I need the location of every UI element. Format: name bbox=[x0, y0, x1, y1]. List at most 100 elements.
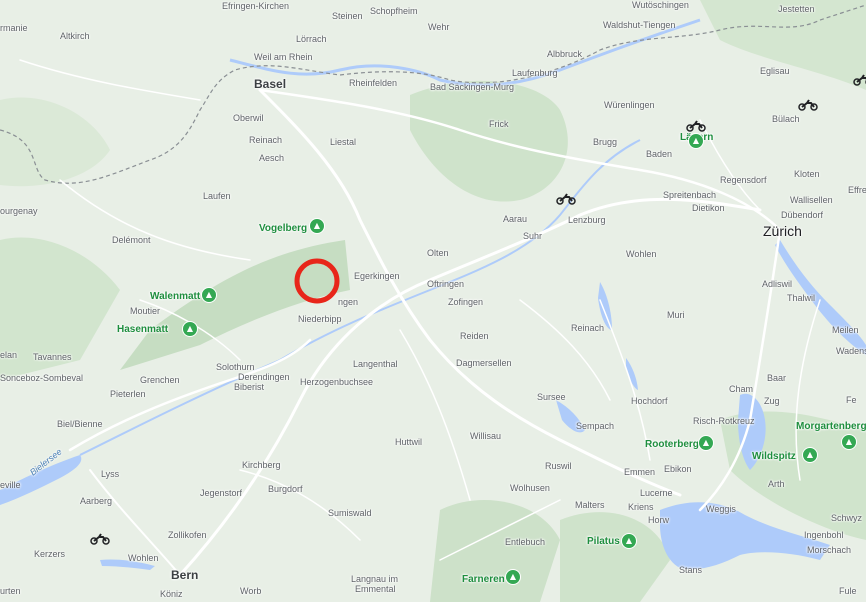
place-label: Langnau im bbox=[351, 574, 399, 584]
place-label: Wutöschingen bbox=[632, 0, 689, 10]
place-label: Fule bbox=[839, 586, 857, 596]
place-label: Aarau bbox=[503, 214, 528, 224]
place-label: Tavannes bbox=[33, 352, 72, 362]
mountain-peak-icon[interactable]: ▲ bbox=[201, 287, 217, 303]
place-label: Schopfheim bbox=[370, 6, 418, 16]
mountain-peak-icon[interactable]: ▲ bbox=[688, 133, 704, 149]
selection-circle-icon[interactable] bbox=[294, 258, 340, 304]
place-label: Biel/Bienne bbox=[57, 419, 103, 429]
place-label: ourgenay bbox=[0, 206, 38, 216]
place-label: Burgdorf bbox=[268, 484, 303, 494]
place-label: Horw bbox=[648, 515, 670, 525]
place-label: Wolhusen bbox=[510, 483, 550, 493]
place-label: Steinen bbox=[332, 11, 363, 21]
place-label: Baden bbox=[646, 149, 673, 159]
place-label: Lyss bbox=[101, 469, 120, 479]
place-label: Frick bbox=[489, 119, 509, 129]
place-label: Wadens bbox=[836, 346, 866, 356]
place-label: Zug bbox=[764, 396, 780, 406]
place-label: Risch-Rotkreuz bbox=[693, 416, 755, 426]
place-label: Weggis bbox=[706, 504, 736, 514]
place-label: Grenchen bbox=[140, 375, 180, 385]
place-label: Jegenstorf bbox=[200, 488, 243, 498]
poi-label: Hasenmatt bbox=[117, 324, 169, 335]
place-label: Thalwil bbox=[787, 293, 816, 303]
place-label: Ebikon bbox=[664, 464, 692, 474]
place-label: Lucerne bbox=[640, 488, 673, 498]
place-label: Brugg bbox=[593, 137, 618, 147]
mountain-peak-icon[interactable]: ▲ bbox=[802, 447, 818, 463]
place-label: Jestetten bbox=[778, 4, 815, 14]
place-label: Dübendorf bbox=[781, 210, 824, 220]
place-label: rmanie bbox=[0, 23, 28, 33]
place-label: Sempach bbox=[576, 421, 615, 431]
city-label-zurich: Zürich bbox=[763, 223, 802, 239]
place-label: Wohlen bbox=[128, 553, 159, 563]
poi-label: Rooterberg bbox=[645, 439, 699, 450]
place-label: Wehr bbox=[428, 22, 450, 32]
city-label-basel: Basel bbox=[254, 77, 287, 91]
place-label: Sumiswald bbox=[328, 508, 372, 518]
place-label: Oftringen bbox=[427, 279, 465, 289]
place-label: Emmental bbox=[355, 584, 396, 594]
place-label: Kloten bbox=[794, 169, 820, 179]
place-label: Delémont bbox=[112, 235, 151, 245]
motorcycle-icon[interactable] bbox=[798, 99, 818, 111]
mountain-peak-icon[interactable]: ▲ bbox=[182, 321, 198, 337]
poi-label: Pilatus bbox=[587, 536, 620, 547]
place-label: Suhr bbox=[523, 231, 543, 241]
place-label: Ruswil bbox=[545, 461, 572, 471]
place-label: Meilen bbox=[832, 325, 859, 335]
place-label: Bad Säckingen-Murg bbox=[430, 82, 515, 92]
poi-label: Wildspitz bbox=[752, 451, 796, 462]
place-label: Cham bbox=[729, 384, 754, 394]
place-label: Langenthal bbox=[353, 359, 398, 369]
place-label: Olten bbox=[427, 248, 449, 258]
place-label: Stans bbox=[679, 565, 703, 575]
place-label: Baar bbox=[767, 373, 787, 383]
mountain-peak-icon[interactable]: ▲ bbox=[309, 218, 325, 234]
place-label: Regensdorf bbox=[720, 175, 767, 185]
place-label: Zofingen bbox=[448, 297, 484, 307]
place-label: eville bbox=[0, 480, 21, 490]
place-label: Wallisellen bbox=[790, 195, 833, 205]
place-label: Kerzers bbox=[34, 549, 66, 559]
place-label: Waldshut-Tiengen bbox=[603, 20, 676, 30]
place-label: Spreitenbach bbox=[663, 190, 717, 200]
place-label: Altkirch bbox=[60, 31, 90, 41]
place-label: Dietikon bbox=[692, 203, 725, 213]
place-label: Morschach bbox=[807, 545, 852, 555]
motorcycle-icon[interactable] bbox=[853, 74, 866, 86]
place-label: Dagmersellen bbox=[456, 358, 512, 368]
place-label: Bülach bbox=[772, 114, 800, 124]
city-label-bern: Bern bbox=[171, 568, 199, 582]
place-label: Lenzburg bbox=[568, 215, 606, 225]
poi-label: Morgartenberg bbox=[796, 421, 866, 432]
poi-label: Farneren bbox=[462, 574, 505, 585]
mountain-peak-icon[interactable]: ▲ bbox=[505, 569, 521, 585]
place-label: Würenlingen bbox=[604, 100, 655, 110]
motorcycle-icon[interactable] bbox=[90, 533, 110, 545]
place-label: Moutier bbox=[130, 306, 161, 316]
place-label: Entlebuch bbox=[505, 537, 546, 547]
place-label: Solothurn bbox=[216, 362, 255, 372]
place-label: Sonceboz-Sombeval bbox=[0, 373, 84, 383]
map-canvas[interactable]: Efringen-Kirchen Steinen Schopfheim Wutö… bbox=[0, 0, 866, 602]
mountain-peak-icon[interactable]: ▲ bbox=[698, 435, 714, 451]
place-label: Effre bbox=[848, 185, 866, 195]
place-label: Niederbipp bbox=[298, 314, 342, 324]
motorcycle-icon[interactable] bbox=[556, 193, 576, 205]
place-label: Reinach bbox=[249, 135, 283, 145]
place-label: Aesch bbox=[259, 153, 285, 163]
mountain-peak-icon[interactable]: ▲ bbox=[621, 533, 637, 549]
place-label: Pieterlen bbox=[110, 389, 146, 399]
place-label: Weil am Rhein bbox=[254, 52, 313, 62]
place-label: Reiden bbox=[460, 331, 489, 341]
place-label: Worb bbox=[240, 586, 262, 596]
place-label: Fe bbox=[846, 395, 857, 405]
place-label: Huttwil bbox=[395, 437, 423, 447]
place-label: Hochdorf bbox=[631, 396, 668, 406]
mountain-peak-icon[interactable]: ▲ bbox=[841, 434, 857, 450]
motorcycle-icon[interactable] bbox=[686, 120, 706, 132]
place-label: Willisau bbox=[470, 431, 502, 441]
